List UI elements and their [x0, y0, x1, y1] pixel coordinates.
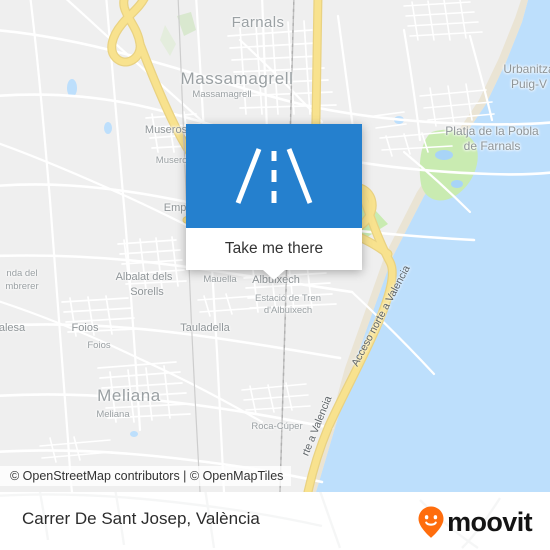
moovit-pin-smiley-icon — [418, 506, 444, 538]
take-me-there-label: Take me there — [224, 240, 324, 257]
destination-title: Carrer De Sant Josep, València — [22, 509, 260, 528]
road-ahead-icon — [186, 124, 362, 228]
take-me-there-callout[interactable]: Take me there — [186, 124, 362, 280]
callout-tail — [263, 270, 285, 280]
moovit-wordmark: moovit — [447, 506, 533, 537]
attribution-text[interactable]: © OpenStreetMap contributors | © OpenMap… — [10, 469, 283, 483]
map-canvas[interactable]: Farnals Massamagrell Massamagrell Urbanitza… — [0, 0, 550, 492]
moovit-logo[interactable]: moovit — [417, 505, 533, 539]
bottom-info-bar: Carrer De Sant Josep, València moovit — [0, 492, 550, 550]
take-me-there-button[interactable]: Take me there — [186, 228, 362, 270]
map-attribution: © OpenStreetMap contributors | © OpenMap… — [0, 466, 292, 486]
moovit-map-screen: Farnals Massamagrell Massamagrell Urbanitza… — [0, 0, 550, 550]
